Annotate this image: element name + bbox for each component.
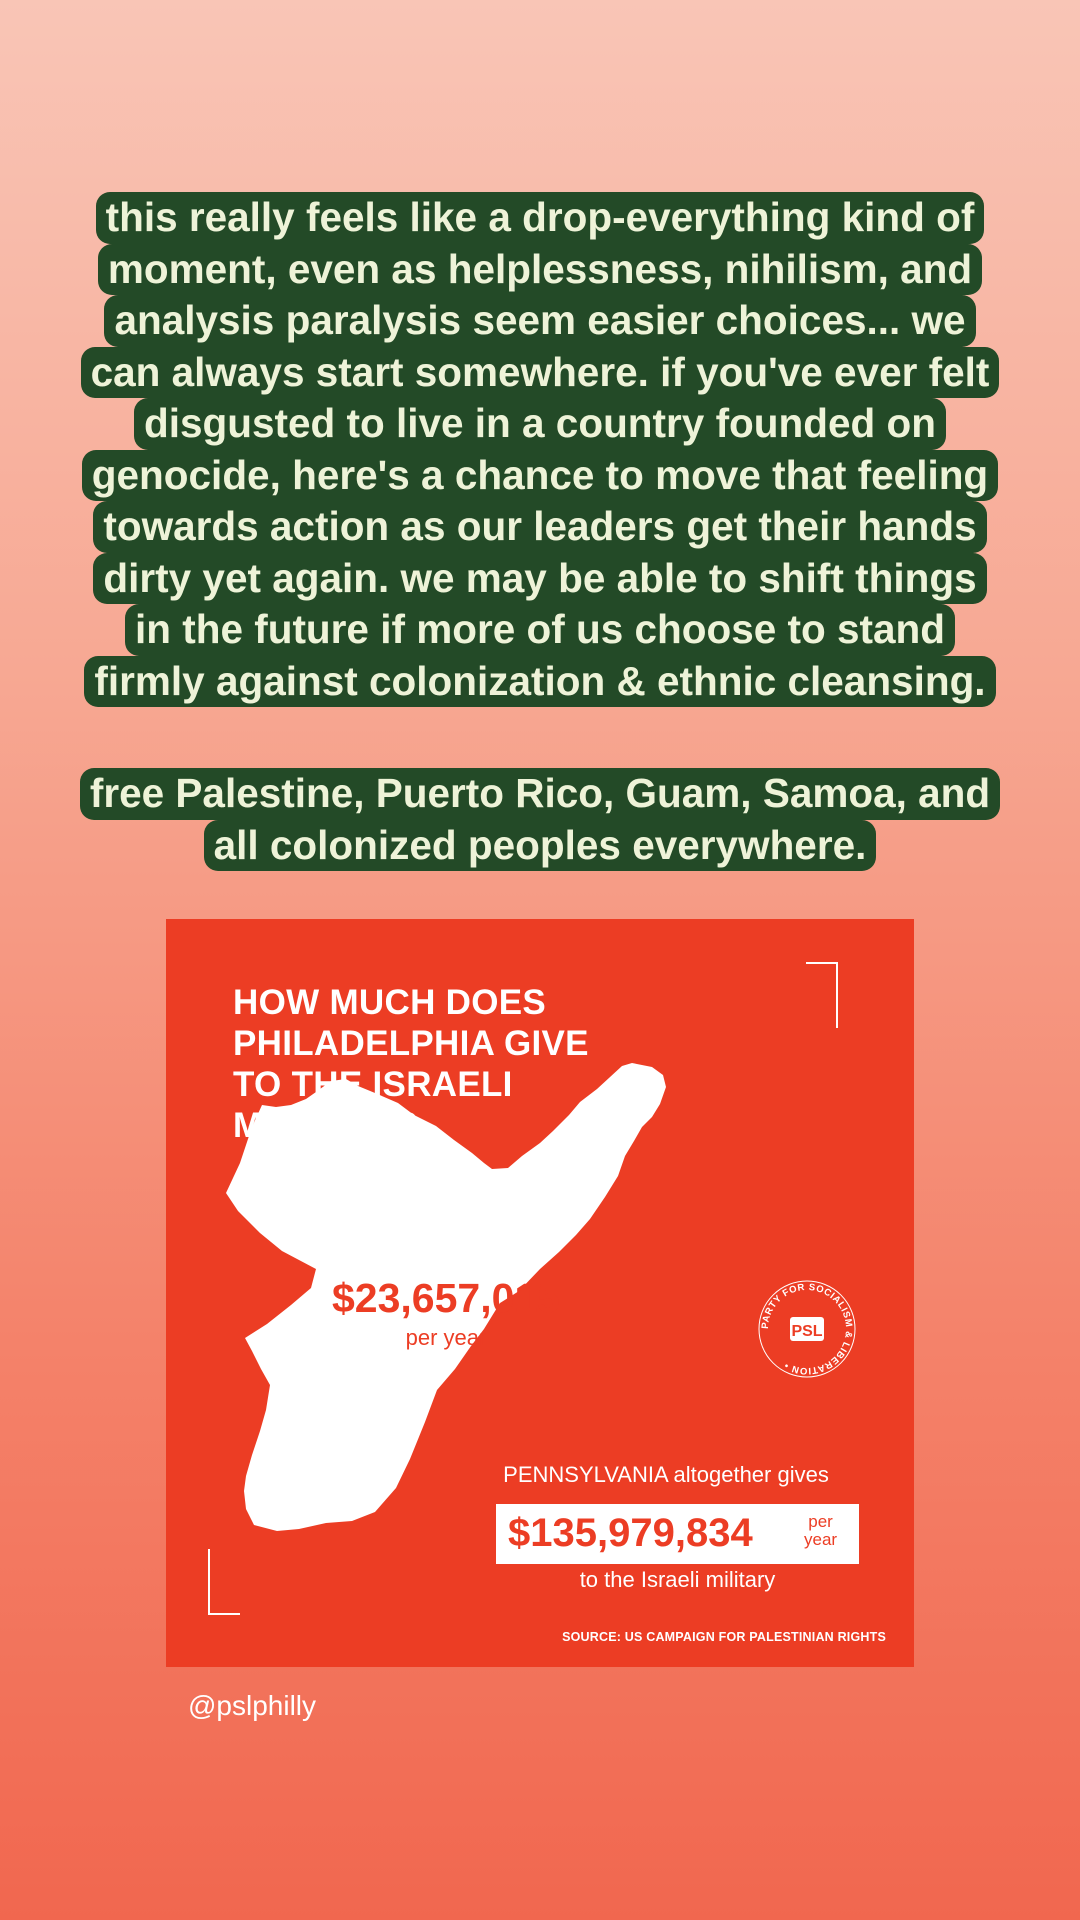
pennsylvania-recipient: to the Israeli military — [579, 1567, 776, 1592]
infographic-title-line: HOW MUCH DOES — [233, 983, 547, 1022]
caption-line: free Palestine, Puerto Rico, Guam, Samoa… — [79, 768, 1001, 820]
source-credit: SOURCE: US CAMPAIGN FOR PALESTINIAN RIGH… — [562, 1630, 886, 1644]
pennsylvania-amount-box: $135,979,834 per year — [496, 1504, 859, 1564]
caption-line: moment, even as helplessness, nihilism, … — [97, 243, 983, 295]
infographic-title-line: PHILADELPHIA GIVE — [233, 1024, 589, 1063]
corner-bracket-top-right — [806, 962, 838, 1028]
caption-line: firmly against colonization & ethnic cle… — [84, 655, 996, 707]
story-caption-paragraph-2: free Palestine, Puerto Rico, Guam, Samoa… — [0, 768, 1080, 871]
pennsylvania-line: PENNSYLVANIA altogether gives — [503, 1462, 829, 1487]
caption-line: dirty yet again. we may be able to shift… — [93, 552, 987, 604]
story-caption-paragraph-1: this really feels like a drop-everything… — [0, 192, 1080, 707]
caption-line: can always start somewhere. if you've ev… — [80, 346, 1000, 398]
caption-line: this really feels like a drop-everything… — [95, 192, 985, 244]
psl-logo-abbr: PSL — [791, 1323, 822, 1340]
caption-line: in the future if more of us choose to st… — [124, 604, 956, 656]
caption-line: analysis paralysis seem easier choices..… — [104, 295, 976, 347]
pennsylvania-amount-period: per year — [804, 1513, 837, 1549]
philadelphia-amount-period: per year — [405, 1325, 487, 1350]
caption-line: genocide, here's a chance to move that f… — [81, 449, 999, 501]
year-label: year — [804, 1530, 838, 1549]
pennsylvania-amount: $135,979,834 — [508, 1511, 753, 1555]
psl-logo-icon: PARTY FOR SOCIALISM & LIBERATION • PSL — [758, 1280, 856, 1378]
infographic-card: HOW MUCH DOES PHILADELPHIA GIVE TO THE ISR… — [166, 919, 914, 1667]
infographic-title-line: MILITARY? — [233, 1106, 419, 1145]
mention-sticker[interactable]: @pslphilly — [188, 1690, 316, 1722]
caption-line: towards action as our leaders get their … — [93, 501, 987, 553]
caption-line: disgusted to live in a country founded o… — [133, 398, 947, 450]
infographic-title-line: TO THE ISRAELI — [233, 1065, 513, 1104]
caption-line: all colonized peoples everywhere. — [203, 819, 877, 871]
per-label: per — [808, 1512, 833, 1531]
corner-bracket-bottom-left — [208, 1549, 240, 1615]
philadelphia-amount: $23,657,015 — [331, 1275, 560, 1321]
infographic-title: HOW MUCH DOES PHILADELPHIA GIVE TO THE ISR… — [233, 982, 703, 1146]
